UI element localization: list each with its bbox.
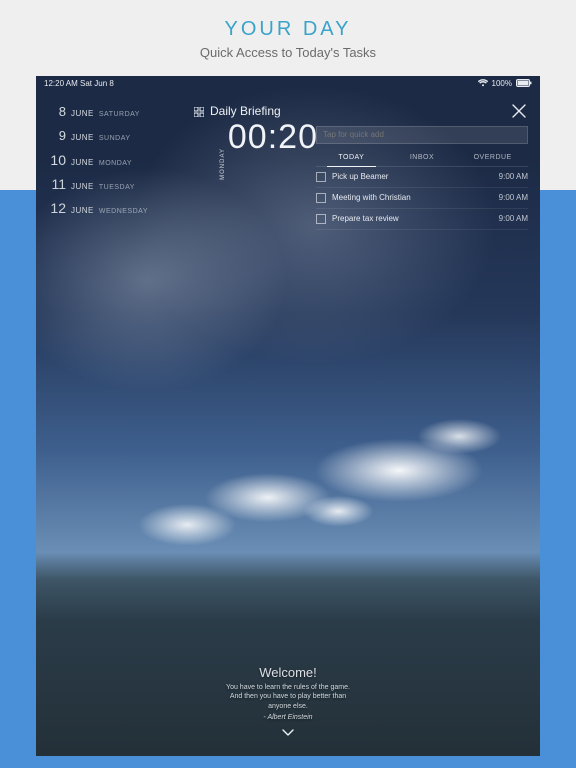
- date-month: JUNE: [71, 158, 94, 167]
- task-checkbox[interactable]: [316, 172, 326, 182]
- date-day: 10: [48, 152, 66, 168]
- date-month: JUNE: [71, 133, 94, 142]
- quick-add-input[interactable]: [316, 126, 528, 144]
- date-weekday: TUESDAY: [99, 184, 135, 191]
- briefing-title: Daily Briefing: [210, 104, 281, 118]
- date-row[interactable]: 10 JUNE MONDAY: [48, 152, 148, 176]
- battery-icon: [516, 79, 532, 87]
- date-weekday: MONDAY: [99, 160, 132, 167]
- welcome-byline: - Albert Einstein: [36, 714, 540, 721]
- date-row[interactable]: 12 JUNE WEDNESDAY: [48, 200, 148, 224]
- task-time: 9:00 AM: [499, 214, 528, 223]
- promo-subtitle: Quick Access to Today's Tasks: [0, 41, 576, 60]
- tab-today[interactable]: TODAY: [316, 150, 387, 166]
- briefing-title-row: Daily Briefing: [194, 104, 528, 118]
- task-tabs: TODAY INBOX OVERDUE: [316, 150, 528, 167]
- date-day: 11: [48, 176, 66, 192]
- task-row[interactable]: Meeting with Christian 9:00 AM: [316, 188, 528, 209]
- date-list: 8 JUNE SATURDAY 9 JUNE SUNDAY 10 JUNE MO…: [48, 104, 148, 224]
- task-row[interactable]: Pick up Beamer 9:00 AM: [316, 167, 528, 188]
- task-title: Meeting with Christian: [332, 193, 493, 202]
- device-screen: 12:20 AM Sat Jun 8 100% 8 JUNE SATURDAY …: [36, 76, 540, 756]
- welcome-quote-line: You have to learn the rules of the game.: [36, 683, 540, 692]
- status-time-date: 12:20 AM Sat Jun 8: [44, 79, 114, 88]
- task-checkbox[interactable]: [316, 214, 326, 224]
- clock-weekday: MONDAY: [220, 148, 226, 180]
- date-month: JUNE: [71, 182, 94, 191]
- welcome-heading: Welcome!: [36, 665, 540, 680]
- task-checkbox[interactable]: [316, 193, 326, 203]
- status-bar: 12:20 AM Sat Jun 8 100%: [36, 76, 540, 90]
- battery-percent: 100%: [492, 79, 512, 88]
- task-time: 9:00 AM: [499, 172, 528, 181]
- close-icon[interactable]: [510, 102, 528, 120]
- task-panel: TODAY INBOX OVERDUE Pick up Beamer 9:00 …: [316, 124, 528, 230]
- date-row[interactable]: 9 JUNE SUNDAY: [48, 128, 148, 152]
- date-weekday: WEDNESDAY: [99, 208, 148, 215]
- wifi-icon: [478, 79, 488, 87]
- task-title: Prepare tax review: [332, 214, 493, 223]
- welcome-quote-line: And then you have to play better than: [36, 692, 540, 701]
- date-day: 8: [48, 104, 66, 119]
- task-list: Pick up Beamer 9:00 AM Meeting with Chri…: [316, 167, 528, 230]
- date-weekday: SUNDAY: [99, 135, 131, 142]
- tab-overdue[interactable]: OVERDUE: [457, 150, 528, 166]
- date-day: 12: [48, 200, 66, 216]
- date-month: JUNE: [71, 206, 94, 215]
- grid-icon: [194, 106, 204, 116]
- tab-inbox[interactable]: INBOX: [387, 150, 458, 166]
- task-title: Pick up Beamer: [332, 172, 493, 181]
- date-month: JUNE: [71, 109, 94, 118]
- promo-title: YOUR DAY: [0, 0, 576, 41]
- chevron-down-icon[interactable]: [36, 724, 540, 742]
- date-weekday: SATURDAY: [99, 111, 140, 118]
- task-time: 9:00 AM: [499, 193, 528, 202]
- date-row[interactable]: 11 JUNE TUESDAY: [48, 176, 148, 200]
- clock-time: 00:20: [228, 120, 318, 154]
- welcome-quote-line: anyone else.: [36, 702, 540, 711]
- welcome-block: Welcome! You have to learn the rules of …: [36, 665, 540, 742]
- task-row[interactable]: Prepare tax review 9:00 AM: [316, 209, 528, 230]
- date-row[interactable]: 8 JUNE SATURDAY: [48, 104, 148, 128]
- date-day: 9: [48, 128, 66, 143]
